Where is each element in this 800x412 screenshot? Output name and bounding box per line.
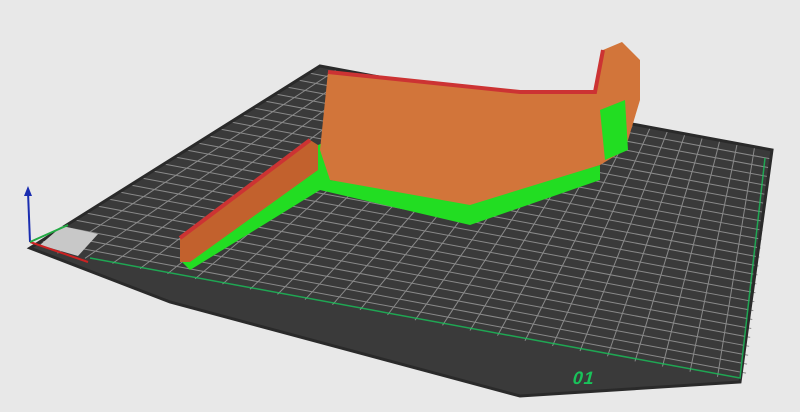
3d-viewport[interactable] [0, 0, 800, 412]
